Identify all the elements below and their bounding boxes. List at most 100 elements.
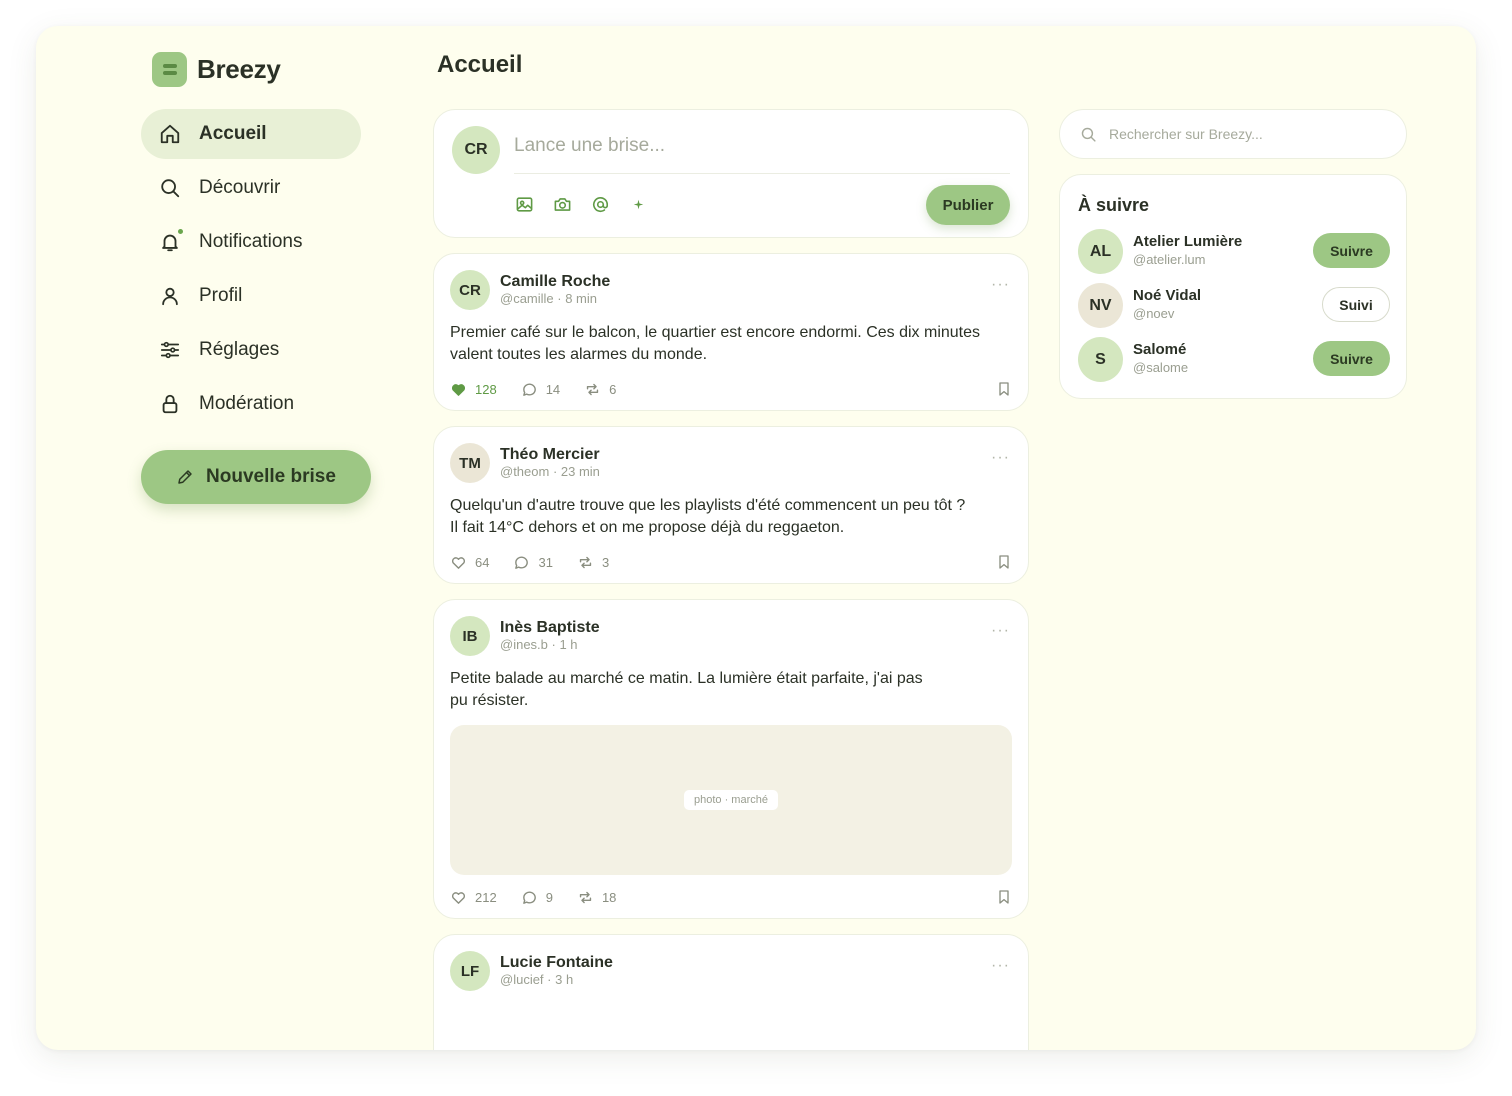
more-options-icon[interactable]: ··· <box>991 622 1010 640</box>
photo-caption: photo · marché <box>684 790 778 810</box>
post-text-line: Petite balade au marché ce matin. La lum… <box>450 670 923 687</box>
like-count: 128 <box>475 382 497 397</box>
comment-icon <box>522 383 536 396</box>
publish-button[interactable]: Publier <box>926 185 1010 225</box>
avatar[interactable]: TM <box>450 443 490 483</box>
home-icon <box>159 123 181 145</box>
like-button[interactable]: 212 <box>450 889 497 906</box>
main-nav: Accueil Découvrir Notifications Profil R… <box>141 109 361 433</box>
suggestions-title: À suivre <box>1078 195 1150 215</box>
sparkle-icon[interactable] <box>628 193 648 215</box>
post-actions: 64 31 3 <box>450 554 633 571</box>
lock-icon <box>159 393 181 415</box>
post-text: Quelqu'un d'autre trouve que les playlis… <box>450 495 1010 539</box>
nav-label: Découvrir <box>199 177 281 198</box>
post-author-name[interactable]: Camille Roche <box>500 273 610 291</box>
suggestion-handle: @atelier.lum <box>1133 252 1206 267</box>
avatar[interactable]: IB <box>450 616 490 656</box>
comment-button[interactable]: 9 <box>521 889 553 906</box>
suggestion-item: AL Atelier Lumière @atelier.lum Suivre <box>1078 229 1390 275</box>
nav-label: Modération <box>199 393 295 414</box>
more-options-icon[interactable]: ··· <box>991 957 1010 975</box>
nav-item-moderation[interactable]: Modération <box>141 379 361 429</box>
avatar[interactable]: NV <box>1078 283 1123 328</box>
repost-count: 6 <box>609 382 617 397</box>
comment-icon <box>515 556 529 569</box>
search-icon <box>159 177 181 199</box>
composer-input[interactable] <box>514 135 1010 157</box>
comment-count: 14 <box>545 382 561 397</box>
like-button[interactable]: 128 <box>450 381 497 398</box>
suggestion-name[interactable]: Salomé <box>1133 341 1186 358</box>
post-card: IB Inès Baptiste @ines.b · 1 h ··· Petit… <box>433 599 1029 919</box>
like-button[interactable]: 64 <box>450 554 489 571</box>
follow-button[interactable]: Suivre <box>1313 341 1390 376</box>
avatar[interactable]: LF <box>450 951 490 991</box>
search-icon <box>1081 127 1096 142</box>
comment-icon <box>522 891 536 904</box>
nav-label: Accueil <box>199 123 267 144</box>
repost-count: 3 <box>601 555 610 570</box>
nav-item-notifications[interactable]: Notifications <box>141 217 361 267</box>
nav-item-accueil[interactable]: Accueil <box>141 109 361 159</box>
nav-label: Réglages <box>199 339 280 360</box>
avatar[interactable]: AL <box>1078 229 1123 274</box>
suggestion-name[interactable]: Atelier Lumière <box>1133 233 1242 250</box>
brand[interactable]: Breezy <box>152 52 281 87</box>
post-text: Premier café sur le balcon, le quartier … <box>450 324 981 363</box>
more-options-icon[interactable]: ··· <box>991 449 1010 467</box>
post-actions: 128 14 6 <box>450 381 640 398</box>
comment-button[interactable]: 14 <box>521 381 560 398</box>
suggestion-name[interactable]: Noé Vidal <box>1133 287 1201 304</box>
nav-item-decouvrir[interactable]: Découvrir <box>141 163 361 213</box>
comment-count: 31 <box>538 555 553 570</box>
at-icon[interactable] <box>590 193 610 215</box>
post-author-name[interactable]: Lucie Fontaine <box>500 954 613 972</box>
new-post-button[interactable]: Nouvelle brise <box>141 450 371 504</box>
post-author-name[interactable]: Théo Mercier <box>500 446 600 464</box>
nav-item-reglages[interactable]: Réglages <box>141 325 361 375</box>
bookmark-icon[interactable] <box>996 381 1012 399</box>
more-options-icon[interactable]: ··· <box>991 276 1010 294</box>
page-title: Accueil <box>437 51 523 78</box>
app-window: Breezy Accueil Découvrir Notifications P… <box>36 26 1476 1050</box>
image-icon[interactable] <box>514 193 534 215</box>
avatar[interactable]: S <box>1078 337 1123 382</box>
avatar[interactable]: CR <box>450 270 490 310</box>
sliders-icon <box>159 339 181 361</box>
heart-icon <box>451 557 466 569</box>
bookmark-icon[interactable] <box>996 554 1012 572</box>
brand-name: Breezy <box>197 54 281 84</box>
nav-label: Profil <box>199 285 243 306</box>
user-icon <box>159 285 181 307</box>
pencil-icon <box>178 470 192 484</box>
post-card: TM Théo Mercier @theom · 23 min ··· Quel… <box>433 426 1029 584</box>
repost-button[interactable]: 3 <box>577 554 609 571</box>
post-meta: @lucief · 3 h <box>500 972 574 987</box>
suggestion-item: S Salomé @salome Suivre <box>1078 337 1390 383</box>
like-count: 212 <box>475 890 497 905</box>
post-meta: @ines.b · 1 h <box>500 637 578 652</box>
nav-label: Notifications <box>199 231 303 252</box>
bookmark-icon[interactable] <box>996 889 1012 907</box>
comment-button[interactable]: 31 <box>513 554 553 571</box>
repost-button[interactable]: 18 <box>577 889 616 906</box>
following-button[interactable]: Suivi <box>1322 287 1390 322</box>
post-photo[interactable]: photo · marché <box>450 725 1012 875</box>
post-card: LF Lucie Fontaine @lucief · 3 h ··· <box>433 934 1029 1050</box>
post-text-line: Il fait 14°C dehors et on me propose déj… <box>450 519 845 536</box>
search-input[interactable] <box>1109 126 1399 142</box>
post-text: Petite balade au marché ce matin. La lum… <box>450 668 1010 712</box>
brand-logo-icon <box>152 52 187 87</box>
follow-button[interactable]: Suivre <box>1313 233 1390 268</box>
post-meta: @theom · 23 min <box>500 464 600 479</box>
repost-icon <box>579 891 592 904</box>
like-count: 64 <box>475 555 490 570</box>
comment-count: 9 <box>545 890 553 905</box>
post-meta: @camille · 8 min <box>500 291 597 306</box>
post-author-name[interactable]: Inès Baptiste <box>500 619 600 637</box>
repost-button[interactable]: 6 <box>584 381 616 398</box>
new-post-label: Nouvelle brise <box>206 466 336 487</box>
nav-item-profil[interactable]: Profil <box>141 271 361 321</box>
camera-icon[interactable] <box>552 193 572 215</box>
